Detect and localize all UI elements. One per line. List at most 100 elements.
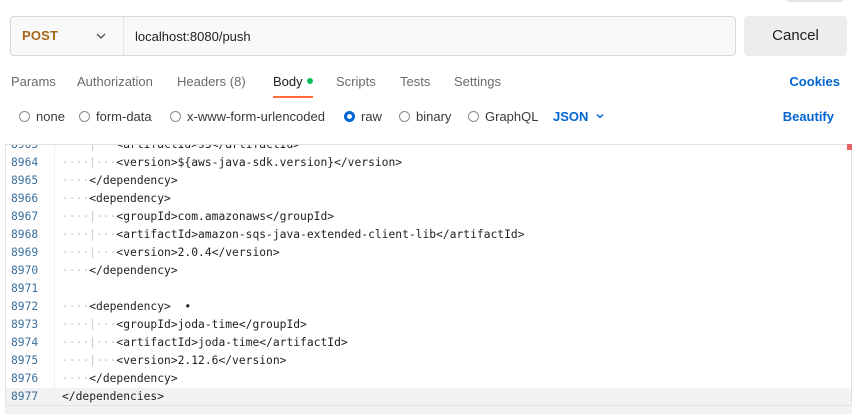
- code-text: </dependencies>: [62, 390, 165, 403]
- code-line[interactable]: 8968 ····|···<artifactId>amazon-sqs-java-…: [6, 226, 851, 244]
- chevron-down-icon: [596, 114, 604, 119]
- line-content: ····|···<version>2.12.6</version>: [62, 352, 286, 370]
- tab-tests[interactable]: Tests: [400, 74, 430, 89]
- line-number: 8967: [11, 210, 39, 223]
- line-number: 8975: [11, 354, 39, 367]
- tab-params[interactable]: Params: [11, 74, 56, 89]
- tab-scripts[interactable]: Scripts: [336, 74, 376, 89]
- active-tab-underline: [273, 96, 313, 98]
- indent-guide: ····: [62, 192, 90, 205]
- cancel-button[interactable]: Cancel: [744, 16, 847, 56]
- code-text: </dependency>: [89, 264, 178, 277]
- line-number: 8971: [11, 282, 39, 295]
- code-text: <version>${aws-java-sdk.version}</versio…: [116, 156, 403, 169]
- tab-authorization[interactable]: Authorization: [77, 74, 153, 89]
- radio-binary[interactable]: binary: [399, 109, 451, 125]
- body-modified-dot: [306, 78, 313, 84]
- line-content: ····</dependency>: [62, 172, 178, 190]
- method-label: POST: [22, 28, 59, 43]
- tab-body-label: Body: [273, 74, 303, 89]
- line-number: 8963: [11, 144, 39, 151]
- code-text: </dependency>: [89, 174, 178, 187]
- code-editor[interactable]: 8963 ····|···<artifactId>s3</artifactId> 8…: [5, 144, 852, 406]
- line-number: 8972: [11, 300, 39, 313]
- radio-label: form-data: [96, 109, 152, 124]
- line-content: ····|···<artifactId>amazon-sqs-java-exte…: [62, 226, 525, 244]
- indent-guide: ····|···: [62, 246, 117, 259]
- beautify-button[interactable]: Beautify: [783, 109, 834, 124]
- radio-circle: [170, 111, 181, 122]
- code-line[interactable]: 8977 </dependencies>: [6, 388, 851, 405]
- line-number: 8969: [11, 246, 39, 259]
- line-number: 8965: [11, 174, 39, 187]
- line-number: 8974: [11, 336, 39, 349]
- line-content: ····|···<version>${aws-java-sdk.version}…: [62, 154, 402, 172]
- radio-circle: [399, 111, 410, 122]
- radio-label: x-www-form-urlencoded: [187, 109, 325, 124]
- indent-guide: ····: [62, 300, 90, 313]
- radio-circle: [79, 111, 90, 122]
- indent-guide: ····: [62, 264, 90, 277]
- indent-guide: ····|···: [62, 210, 117, 223]
- radio-label: GraphQL: [485, 109, 539, 124]
- indent-guide: ····: [62, 174, 90, 187]
- line-content: ····</dependency>: [62, 262, 178, 280]
- request-bar: POST localhost:8080/push: [10, 16, 736, 56]
- cookies-link[interactable]: Cookies: [789, 74, 840, 89]
- line-content: ····|···<groupId>joda-time</groupId>: [62, 316, 307, 334]
- radio-raw[interactable]: raw: [344, 109, 382, 125]
- radio-graphql[interactable]: GraphQL: [468, 109, 538, 125]
- code-text: <artifactId>s3</artifactId>: [116, 144, 301, 151]
- line-content: ····<dependency> •: [62, 298, 191, 316]
- code-text: <version>2.0.4</version>: [116, 246, 280, 259]
- code-line[interactable]: 8974 ····|···<artifactId>joda-time</artif…: [6, 334, 851, 352]
- radio-label: binary: [416, 109, 452, 124]
- radio-form-data[interactable]: form-data: [79, 109, 152, 125]
- indent-guide: ····|···: [62, 156, 117, 169]
- radio-circle: [468, 111, 479, 122]
- tab-settings[interactable]: Settings: [454, 74, 501, 89]
- method-select[interactable]: POST: [11, 17, 124, 55]
- indent-guide: ····: [62, 372, 90, 385]
- radio-x-www-form-urlencoded[interactable]: x-www-form-urlencoded: [170, 109, 325, 125]
- line-content: ····|···<version>2.0.4</version>: [62, 244, 280, 262]
- radio-label: raw: [361, 109, 382, 124]
- code-line[interactable]: 8973 ····|···<groupId>joda-time</groupId>: [6, 316, 851, 334]
- code-line[interactable]: 8965 ····</dependency>: [6, 172, 851, 190]
- code-line[interactable]: 8963 ····|···<artifactId>s3</artifactId>: [6, 144, 851, 154]
- line-number: 8973: [11, 318, 39, 331]
- code-lines: 8963 ····|···<artifactId>s3</artifactId> 8…: [6, 144, 851, 405]
- code-line[interactable]: 8976 ····</dependency>: [6, 370, 851, 388]
- line-content: </dependencies>: [62, 388, 165, 405]
- code-line[interactable]: 8971: [6, 280, 851, 298]
- code-line[interactable]: 8970 ····</dependency>: [6, 262, 851, 280]
- code-text: <version>2.12.6</version>: [116, 354, 287, 367]
- code-text: <dependency>: [89, 192, 171, 205]
- body-type-row: none form-data x-www-form-urlencoded raw…: [0, 106, 861, 128]
- tab-body[interactable]: Body: [273, 74, 313, 89]
- indent-guide: ····|···: [62, 336, 117, 349]
- code-line[interactable]: 8966 ····<dependency>: [6, 190, 851, 208]
- line-content: ····|···<groupId>com.amazonaws</groupId>: [62, 208, 334, 226]
- line-number: 8968: [11, 228, 39, 241]
- chevron-down-icon: [96, 33, 106, 39]
- code-line[interactable]: 8972 ····<dependency> •: [6, 298, 851, 316]
- code-line[interactable]: 8975 ····|···<version>2.12.6</version>: [6, 352, 851, 370]
- indent-guide: ····|···: [62, 144, 117, 151]
- format-select[interactable]: JSON: [553, 109, 605, 124]
- line-content: ····<dependency>: [62, 190, 171, 208]
- indent-guide: ····|···: [62, 228, 117, 241]
- horizontal-scrollbar[interactable]: [5, 406, 852, 414]
- code-text: <groupId>joda-time</groupId>: [116, 318, 307, 331]
- line-number: 8966: [11, 192, 39, 205]
- scroll-marker: [847, 144, 852, 150]
- tab-headers[interactable]: Headers (8): [177, 74, 246, 89]
- format-label: JSON: [553, 109, 589, 124]
- code-line[interactable]: 8964 ····|···<version>${aws-java-sdk.vers…: [6, 154, 851, 172]
- line-content: ····|···<artifactId>s3</artifactId>: [62, 144, 301, 154]
- radio-label: none: [36, 109, 65, 124]
- radio-none[interactable]: none: [19, 109, 65, 125]
- code-line[interactable]: 8969 ····|···<version>2.0.4</version>: [6, 244, 851, 262]
- url-input[interactable]: localhost:8080/push: [135, 29, 251, 44]
- code-line[interactable]: 8967 ····|···<groupId>com.amazonaws</grou…: [6, 208, 851, 226]
